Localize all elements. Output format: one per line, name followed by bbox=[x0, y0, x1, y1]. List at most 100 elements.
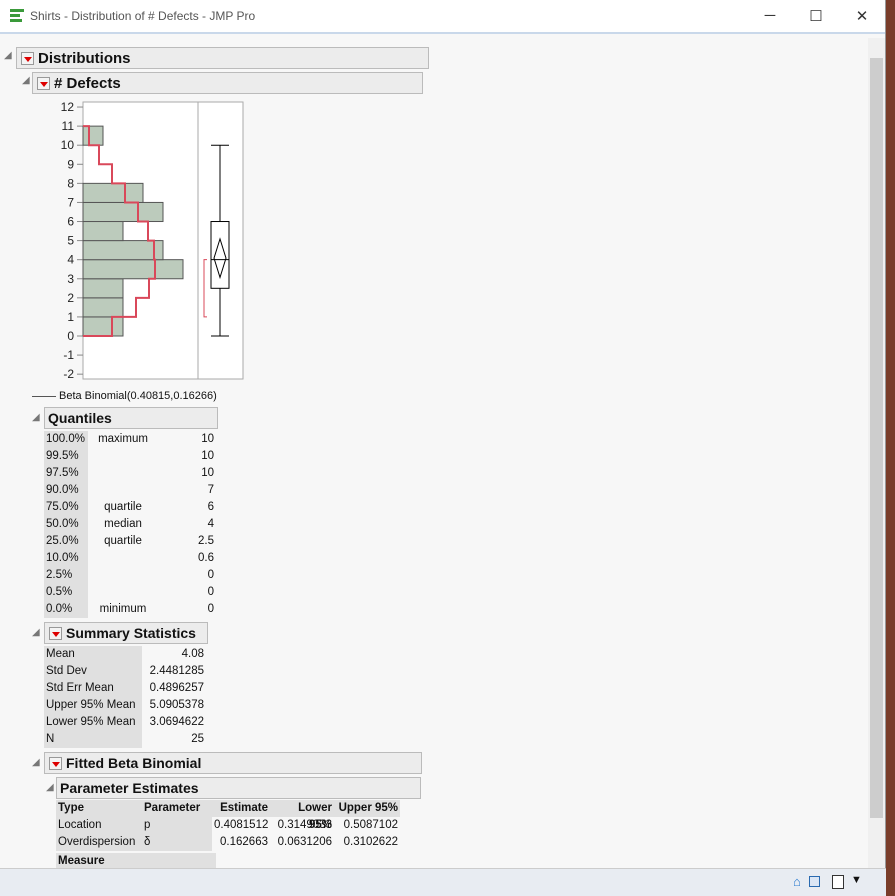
red-triangle-menu-icon[interactable] bbox=[21, 51, 34, 65]
collapse-triangle-icon[interactable]: ◢ bbox=[4, 50, 12, 61]
quantile-level: 100.0% bbox=[44, 431, 88, 448]
y-tick-label: 1 bbox=[67, 310, 74, 324]
statistic-value: 0.4896257 bbox=[149, 682, 204, 694]
quantile-level: 10.0% bbox=[44, 550, 88, 567]
collapse-triangle-icon[interactable]: ◢ bbox=[32, 412, 40, 423]
collapse-triangle-icon[interactable]: ◢ bbox=[22, 75, 30, 86]
quantile-row: 100.0% maximum 10 bbox=[44, 431, 216, 448]
quantile-level: 50.0% bbox=[44, 516, 88, 533]
quantile-label: maximum bbox=[98, 433, 148, 445]
quantile-level: 97.5% bbox=[44, 465, 88, 482]
quantile-row: 25.0% quartile 2.5 bbox=[44, 533, 216, 550]
upper95-cell: 0.3102622 bbox=[343, 836, 398, 848]
title-bar: Shirts - Distribution of # Defects - JMP… bbox=[0, 0, 885, 34]
home-icon[interactable]: ⌂ bbox=[793, 874, 801, 889]
dropdown-arrow-icon[interactable]: ▼ bbox=[851, 874, 862, 886]
y-tick-label: 12 bbox=[61, 100, 75, 114]
close-button[interactable]: ✕ bbox=[839, 7, 885, 25]
defects-header[interactable]: # Defects bbox=[32, 72, 423, 94]
jmp-window: Shirts - Distribution of # Defects - JMP… bbox=[0, 0, 886, 896]
column-header: Estimate bbox=[212, 800, 270, 817]
variable-title: # Defects bbox=[54, 74, 121, 92]
y-tick-label: 8 bbox=[67, 176, 74, 190]
quantile-label bbox=[88, 584, 158, 601]
collapse-triangle-icon[interactable]: ◢ bbox=[32, 627, 40, 638]
quantile-row: 75.0% quartile 6 bbox=[44, 499, 216, 516]
distributions-header[interactable]: Distributions bbox=[16, 47, 429, 69]
column-header: Lower 95% bbox=[270, 800, 334, 831]
collapse-triangle-icon[interactable]: ◢ bbox=[32, 757, 40, 768]
summary-row: Mean 4.08 bbox=[44, 646, 206, 663]
fitted-beta-binomial-header[interactable]: Fitted Beta Binomial bbox=[44, 752, 422, 774]
red-triangle-menu-icon[interactable] bbox=[37, 76, 50, 90]
summary-row: Lower 95% Mean 3.0694622 bbox=[44, 714, 206, 731]
quantile-label: minimum bbox=[99, 603, 147, 615]
quantiles-title: Quantiles bbox=[48, 410, 112, 426]
histogram-bar bbox=[82, 201, 164, 223]
red-triangle-menu-icon[interactable] bbox=[49, 756, 62, 770]
y-tick-label: 11 bbox=[62, 119, 75, 133]
quantile-level: 99.5% bbox=[44, 448, 88, 465]
status-bar: ⌂ ▼ bbox=[0, 868, 886, 896]
parameter-estimates-title: Parameter Estimates bbox=[60, 780, 199, 796]
y-tick-label: 10 bbox=[61, 138, 75, 152]
y-tick-label: 0 bbox=[67, 329, 74, 343]
legend-label: Beta Binomial(0.40815,0.16266) bbox=[59, 390, 217, 402]
quantile-label bbox=[88, 465, 158, 482]
statistic-value: 25 bbox=[191, 733, 204, 745]
quantile-row: 0.0% minimum 0 bbox=[44, 601, 216, 618]
quantile-value: 10 bbox=[201, 467, 214, 479]
quantile-level: 75.0% bbox=[44, 499, 88, 516]
quantile-value: 6 bbox=[207, 501, 214, 513]
quantile-label: quartile bbox=[104, 535, 142, 547]
quantile-row: 0.5% 0 bbox=[44, 584, 216, 601]
quantile-value: 0 bbox=[207, 569, 214, 581]
type-cell: Location bbox=[56, 817, 142, 834]
quantile-level: 2.5% bbox=[44, 567, 88, 584]
summary-statistics-header[interactable]: Summary Statistics bbox=[44, 622, 208, 644]
y-tick-label: 3 bbox=[67, 272, 74, 286]
y-tick-label: 4 bbox=[67, 253, 74, 267]
statistic-value: 4.08 bbox=[181, 648, 204, 660]
y-tick-label: -2 bbox=[63, 367, 74, 381]
quantile-label bbox=[88, 550, 158, 567]
quantile-row: 10.0% 0.6 bbox=[44, 550, 216, 567]
minimize-button[interactable]: ─ bbox=[747, 7, 793, 25]
parameter-estimates-header[interactable]: Parameter Estimates bbox=[56, 777, 421, 799]
parameter-header-row: Type Parameter Estimate Lower 95% Upper 95% bbox=[56, 800, 400, 831]
quantile-row: 97.5% 10 bbox=[44, 465, 216, 482]
summary-row: Std Err Mean 0.4896257 bbox=[44, 680, 206, 697]
data-table-icon[interactable] bbox=[809, 876, 820, 887]
quantile-label bbox=[88, 567, 158, 584]
quantile-row: 2.5% 0 bbox=[44, 567, 216, 584]
y-tick-label: 6 bbox=[67, 215, 74, 229]
fit-legend: Beta Binomial(0.40815,0.16266) bbox=[32, 390, 217, 402]
red-triangle-menu-icon[interactable] bbox=[49, 626, 62, 640]
scrollbar-thumb[interactable] bbox=[870, 58, 883, 818]
histogram-bar bbox=[82, 297, 124, 318]
collapse-triangle-icon[interactable]: ◢ bbox=[46, 782, 54, 793]
window-list-icon[interactable] bbox=[832, 875, 844, 889]
quantile-value: 7 bbox=[207, 484, 214, 496]
quantile-label bbox=[88, 448, 158, 465]
histogram-bar bbox=[82, 221, 124, 242]
parameter-cell: δ bbox=[142, 834, 212, 851]
maximize-button[interactable]: ☐ bbox=[793, 7, 839, 25]
column-header: Type bbox=[56, 800, 142, 817]
statistic-value: 3.0694622 bbox=[149, 716, 204, 728]
histogram-bar bbox=[82, 240, 164, 261]
quantile-label: median bbox=[104, 518, 142, 530]
quantile-row: 99.5% 10 bbox=[44, 448, 216, 465]
y-tick-label: 5 bbox=[67, 234, 74, 248]
measure-header-row: Measure bbox=[56, 853, 400, 868]
report-content: ◢ Distributions ◢ # Defects 12 11 10 9 8 7 6 5 4… bbox=[0, 38, 866, 868]
measure-header: Measure bbox=[56, 853, 152, 868]
quantiles-header[interactable]: Quantiles bbox=[44, 407, 218, 429]
quantile-row: 50.0% median 4 bbox=[44, 516, 216, 533]
vertical-scrollbar[interactable] bbox=[868, 38, 885, 868]
column-header: Upper 95% bbox=[334, 800, 400, 817]
quantile-level: 90.0% bbox=[44, 482, 88, 499]
statistic-value: 2.4481285 bbox=[149, 665, 204, 677]
quantile-level: 0.0% bbox=[44, 601, 88, 618]
statistic-name: Std Err Mean bbox=[44, 680, 142, 697]
